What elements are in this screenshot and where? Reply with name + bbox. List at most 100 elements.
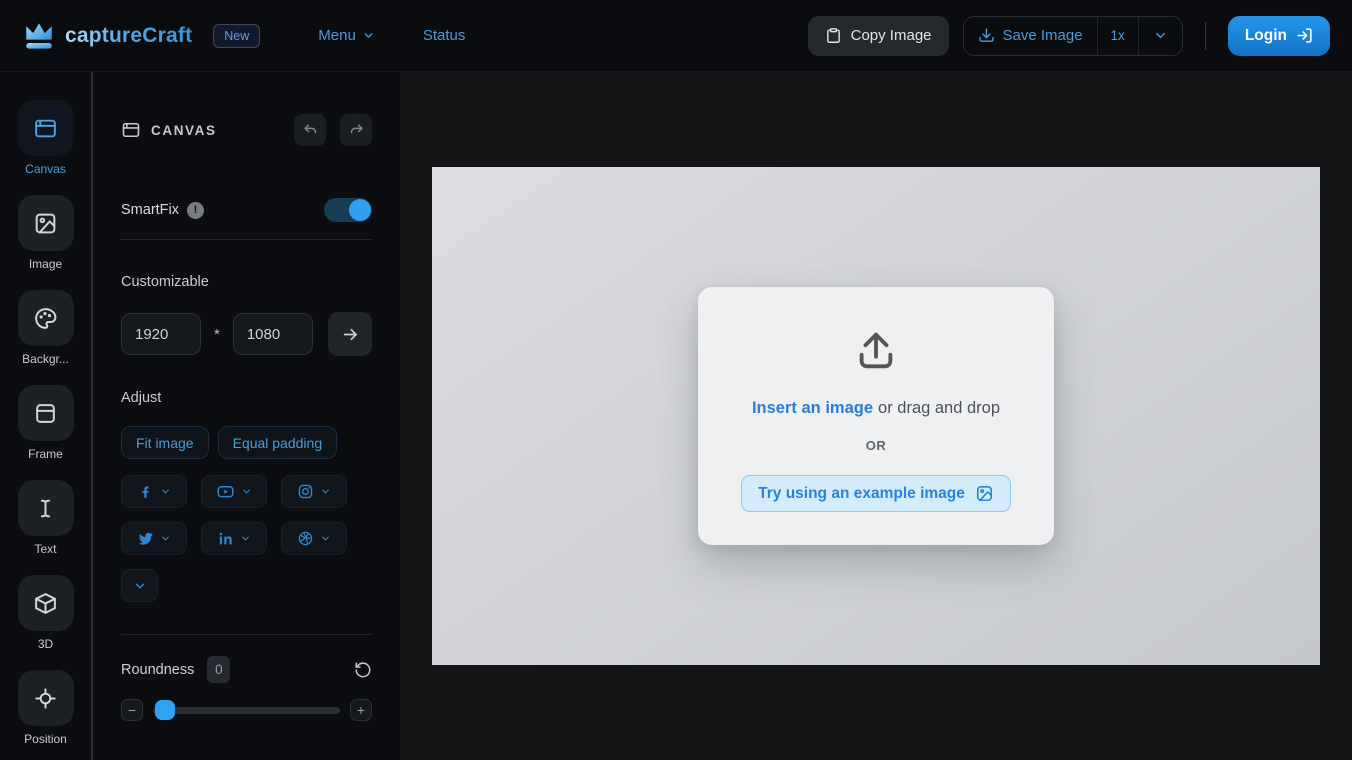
sidebar-label: Backgr... [22,352,69,366]
drag-drop-text: or drag and drop [878,399,1001,417]
facebook-icon [137,483,154,500]
roundness-value[interactable]: 0 [207,656,231,683]
save-image-button[interactable]: Save Image [964,17,1097,55]
sidebar-label: Position [24,732,67,746]
chevron-down-icon [1153,28,1168,43]
apply-size-button[interactable] [328,312,372,356]
status-link[interactable]: Status [423,27,466,44]
instagram-icon [297,483,314,500]
copy-image-button[interactable]: Copy Image [807,15,949,56]
info-icon[interactable]: ! [187,201,204,219]
sidebar-item-3d[interactable]: 3D [17,575,74,651]
divider [121,239,372,240]
undo-button[interactable] [294,114,326,146]
dimension-separator: * [214,325,220,343]
dribbble-preset-button[interactable] [281,522,347,555]
facebook-preset-button[interactable] [121,475,187,508]
save-image-label: Save Image [1002,27,1083,44]
chevron-down-icon [320,533,331,544]
chevron-down-icon [320,486,331,497]
crown-logo-icon [22,20,56,52]
sidebar-label: Text [34,542,57,556]
image-icon [33,211,58,236]
or-separator: OR [865,438,887,453]
palette-icon [33,306,58,331]
dribbble-icon [297,530,314,547]
tool-rail: Canvas Image Backgr... Frame Text 3D Pos… [0,72,91,760]
new-badge: New [213,23,261,48]
sidebar-label: Image [28,257,63,271]
upload-icon [853,327,899,373]
sidebar-item-background[interactable]: Backgr... [17,290,74,366]
customizable-label: Customizable [121,274,209,290]
smartfix-toggle[interactable] [324,198,372,222]
sidebar-label: 3D [37,637,54,651]
chevron-down-icon [160,533,171,544]
adjust-label: Adjust [121,390,162,406]
login-button[interactable]: Login [1227,15,1330,56]
panel-title: CANVAS [151,122,217,138]
decrease-roundness-button[interactable]: − [121,699,143,721]
save-options-chevron[interactable] [1137,16,1182,55]
browser-window-icon [121,120,141,140]
image-icon [975,484,994,503]
smartfix-label: SmartFix [121,202,179,218]
canvas-height-input[interactable] [232,313,313,355]
twitter-preset-button[interactable] [121,522,187,555]
more-presets-button[interactable] [121,569,158,602]
navbar-separator [1204,21,1206,50]
twitter-icon [137,530,154,547]
sidebar-item-text[interactable]: Text [17,480,74,556]
sidebar-item-position[interactable]: Position [17,670,74,746]
instagram-preset-button[interactable] [281,475,347,508]
roundness-slider-thumb[interactable] [155,700,175,720]
browser-window-icon [33,116,58,141]
menu-dropdown[interactable]: Menu [318,27,375,44]
redo-button[interactable] [340,114,372,146]
sidebar-item-frame[interactable]: Frame [17,385,74,461]
fit-image-button[interactable]: Fit image [121,426,209,459]
save-image-group: Save Image 1x [962,15,1183,56]
crosshair-icon [33,686,58,711]
canvas-width-input[interactable] [121,313,201,355]
chevron-down-icon [362,29,375,42]
text-cursor-icon [33,496,58,521]
upload-card[interactable]: Insert an image or drag and drop OR Try … [698,287,1054,545]
workspace: Insert an image or drag and drop OR Try … [400,72,1352,760]
chevron-down-icon [160,486,171,497]
clipboard-icon [825,27,842,44]
roundness-label: Roundness [121,661,195,678]
chevron-down-icon [241,486,252,497]
arrow-right-icon [341,325,360,344]
roundness-slider[interactable] [153,700,340,720]
example-image-label: Try using an example image [758,484,965,502]
sidebar-item-image[interactable]: Image [17,195,74,271]
brand[interactable]: captureCraft New [22,20,261,52]
scale-selector[interactable]: 1x [1096,16,1138,55]
sidebar-label: Frame [28,447,63,461]
insert-image-link[interactable]: Insert an image [752,399,873,418]
equal-padding-button[interactable]: Equal padding [217,426,338,459]
youtube-icon [216,482,235,501]
reset-roundness-button[interactable] [354,661,372,679]
youtube-preset-button[interactable] [201,475,267,508]
linkedin-preset-button[interactable] [201,522,267,555]
divider [121,634,372,635]
chevron-down-icon [240,533,251,544]
social-presets [121,475,357,602]
frame-icon [33,401,58,426]
brand-name: captureCraft [65,23,193,47]
increase-roundness-button[interactable]: + [350,699,372,721]
chevron-down-icon [133,579,147,593]
canvas-preview[interactable]: Insert an image or drag and drop OR Try … [432,167,1320,665]
cube-icon [33,591,58,616]
canvas-settings-panel: CANVAS SmartFix ! Customizable * Adjust … [91,72,400,760]
sidebar-item-canvas[interactable]: Canvas [17,100,74,176]
login-label: Login [1244,26,1287,44]
menu-label: Menu [318,27,356,44]
top-navbar: captureCraft New Menu Status Copy Image … [0,0,1352,72]
copy-image-label: Copy Image [850,27,932,44]
linkedin-icon [217,530,234,547]
example-image-button[interactable]: Try using an example image [741,475,1011,512]
download-icon [978,27,995,44]
